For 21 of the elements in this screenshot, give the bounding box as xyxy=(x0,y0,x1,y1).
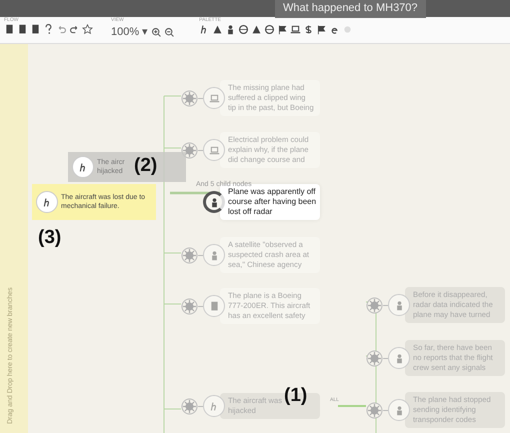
zoom-dropdown-caret[interactable]: ▾ xyxy=(142,24,148,40)
zoom-in-icon[interactable] xyxy=(151,26,162,38)
redo-icon[interactable] xyxy=(69,24,80,35)
window-title: What happened to MH370? xyxy=(275,0,426,18)
link-bar xyxy=(170,192,222,194)
laptop-icon[interactable] xyxy=(290,24,302,35)
zoom-level[interactable]: 100% xyxy=(111,24,140,40)
document-icon xyxy=(208,300,220,312)
dollar-icon[interactable] xyxy=(303,24,314,35)
triangle-icon[interactable] xyxy=(212,24,224,35)
star-icon[interactable] xyxy=(82,24,93,35)
connector-line xyxy=(338,405,366,407)
node-icon-circle[interactable] xyxy=(203,191,225,213)
zoom-out-icon[interactable] xyxy=(164,26,176,38)
laptop-icon xyxy=(208,92,220,104)
laptop-icon xyxy=(208,144,220,156)
callout-number: (3) xyxy=(38,226,62,250)
help-icon[interactable] xyxy=(43,24,54,35)
flag-icon[interactable] xyxy=(277,24,288,35)
callout-number: (2) xyxy=(134,154,158,178)
globe-icon[interactable] xyxy=(238,24,250,35)
